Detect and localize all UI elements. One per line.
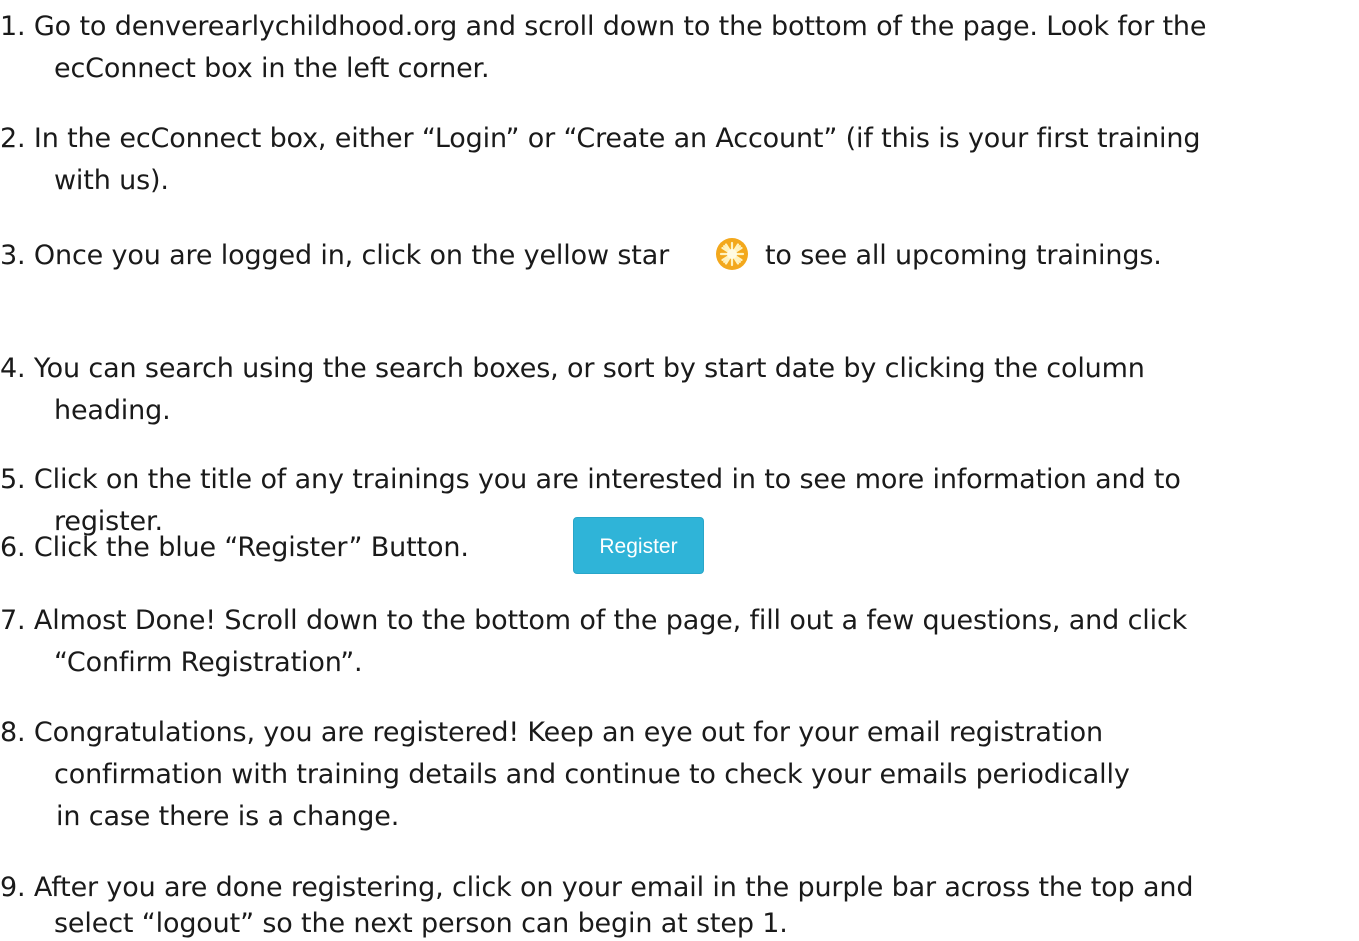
step-8-line-3: in case there is a change. xyxy=(56,801,400,832)
step-8-line-2: confirmation with training details and c… xyxy=(54,759,1130,790)
register-button[interactable]: Register xyxy=(573,517,704,574)
step-4-line-1: 4. You can search using the search boxes… xyxy=(0,353,1145,384)
yellow-star-icon xyxy=(715,237,749,271)
step-3-text: 3. Once you are logged in, click on the … xyxy=(0,240,670,271)
step-7-line-2: “Confirm Registration”. xyxy=(54,647,363,678)
step-8-line-1: 8. Congratulations, you are registered! … xyxy=(0,717,1103,748)
instructions-document: 1. Go to denverearlychildhood.org and sc… xyxy=(0,0,1359,940)
step-7-line-1: 7. Almost Done! Scroll down to the botto… xyxy=(0,605,1188,636)
step-9-line-1: 9. After you are done registering, click… xyxy=(0,872,1194,903)
step-1-line-1: 1. Go to denverearlychildhood.org and sc… xyxy=(0,11,1207,42)
step-4-line-2: heading. xyxy=(54,395,171,426)
step-9-line-2: select “logout” so the next person can b… xyxy=(54,908,788,939)
step-1-line-2: ecConnect box in the left corner. xyxy=(54,53,490,84)
step-6-text: 6. Click the blue “Register” Button. xyxy=(0,532,469,563)
step-2-line-1: 2. In the ecConnect box, either “Login” … xyxy=(0,123,1201,154)
step-5-line-1: 5. Click on the title of any trainings y… xyxy=(0,464,1181,495)
step-2-line-2: with us). xyxy=(54,165,169,196)
step-3-text-continued: to see all upcoming trainings. xyxy=(765,240,1162,271)
